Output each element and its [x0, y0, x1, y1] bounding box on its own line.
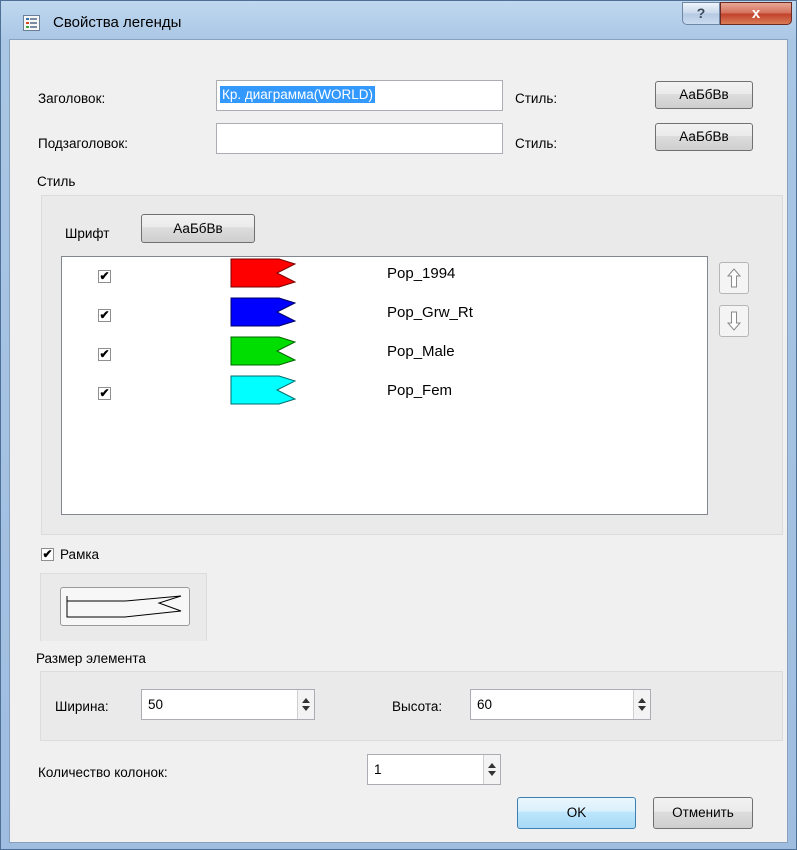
style-group-title: Стиль: [37, 174, 76, 189]
legend-items-list[interactable]: ✔ Pop_1994 ✔ Pop_Grw_Rt ✔ Pop_Male ✔ Pop…: [61, 256, 708, 515]
subtitle-label: Подзаголовок:: [38, 136, 129, 151]
window-title: Свойства легенды: [53, 14, 182, 31]
legend-item-checkbox[interactable]: ✔: [98, 270, 111, 283]
frame-label: Рамка: [60, 547, 100, 562]
help-button[interactable]: ?: [682, 2, 720, 25]
legend-item-label: Pop_Grw_Rt: [387, 304, 473, 321]
arrow-down-icon: [726, 311, 742, 331]
spin-up-down-icon: [638, 698, 646, 711]
legend-item-swatch: [230, 258, 297, 288]
frame-checkbox[interactable]: ✔: [41, 548, 54, 561]
title-style-button[interactable]: АаБбВв: [655, 81, 753, 109]
legend-item-label: Pop_Fem: [387, 382, 453, 399]
height-value: 60: [477, 697, 493, 712]
cancel-button[interactable]: Отменить: [653, 797, 753, 829]
frame-style-preview[interactable]: [60, 587, 190, 626]
width-spinbox[interactable]: 50: [141, 689, 315, 720]
columns-label: Количество колонок:: [38, 765, 168, 780]
legend-item-label: Pop_1994: [387, 265, 456, 282]
arrow-up-icon: [726, 268, 742, 288]
height-spin-arrows[interactable]: [633, 690, 650, 719]
title-label: Заголовок:: [38, 91, 106, 106]
columns-spin-arrows[interactable]: [483, 755, 500, 784]
width-label: Ширина:: [55, 699, 109, 714]
style-group: Шрифт АаБбВв ✔ Pop_1994 ✔ Pop_Grw_Rt ✔ P…: [41, 195, 783, 535]
width-value: 50: [148, 697, 164, 712]
title-style-label: Стиль:: [515, 91, 558, 106]
move-down-button[interactable]: [719, 305, 749, 337]
font-button[interactable]: АаБбВв: [141, 214, 255, 243]
subtitle-style-label: Стиль:: [515, 136, 558, 151]
legend-item[interactable]: ✔ Pop_Fem: [62, 374, 662, 406]
title-input-value: Кр. диаграмма(WORLD): [220, 86, 376, 103]
spin-up-down-icon: [488, 763, 496, 776]
close-button[interactable]: x: [720, 2, 792, 25]
legend-item-checkbox[interactable]: ✔: [98, 387, 111, 400]
legend-item[interactable]: ✔ Pop_Male: [62, 335, 662, 367]
title-bar: Свойства легенды ? x: [1, 1, 796, 39]
font-label: Шрифт: [65, 226, 110, 241]
legend-item[interactable]: ✔ Pop_1994: [62, 257, 662, 289]
height-label: Высота:: [392, 699, 443, 714]
spin-up-down-icon: [302, 698, 310, 711]
dialog-client-area: Заголовок: Кр. диаграмма(WORLD) Стиль: А…: [9, 39, 788, 843]
subtitle-style-button[interactable]: АаБбВв: [655, 123, 753, 151]
element-size-group: Ширина: 50 Высота: 60: [40, 671, 783, 741]
ok-button[interactable]: OK: [517, 797, 636, 829]
legend-item-swatch: [230, 375, 297, 405]
legend-item-swatch: [230, 297, 297, 327]
legend-item[interactable]: ✔ Pop_Grw_Rt: [62, 296, 662, 328]
move-up-button[interactable]: [719, 262, 749, 294]
subtitle-input[interactable]: [216, 123, 503, 154]
element-size-title: Размер элемента: [36, 651, 146, 666]
width-spin-arrows[interactable]: [297, 690, 314, 719]
height-spinbox[interactable]: 60: [470, 689, 651, 720]
legend-item-checkbox[interactable]: ✔: [98, 309, 111, 322]
columns-spinbox[interactable]: 1: [367, 754, 501, 785]
frame-group: [40, 573, 207, 641]
dialog-window: Свойства легенды ? x Заголовок: Кр. диаг…: [0, 0, 797, 850]
legend-item-label: Pop_Male: [387, 343, 455, 360]
columns-value: 1: [374, 762, 382, 777]
title-input[interactable]: Кр. диаграмма(WORLD): [216, 80, 503, 111]
legend-properties-icon: [23, 15, 40, 31]
legend-item-swatch: [230, 336, 297, 366]
legend-item-checkbox[interactable]: ✔: [98, 348, 111, 361]
frame-shape-icon: [66, 595, 182, 618]
